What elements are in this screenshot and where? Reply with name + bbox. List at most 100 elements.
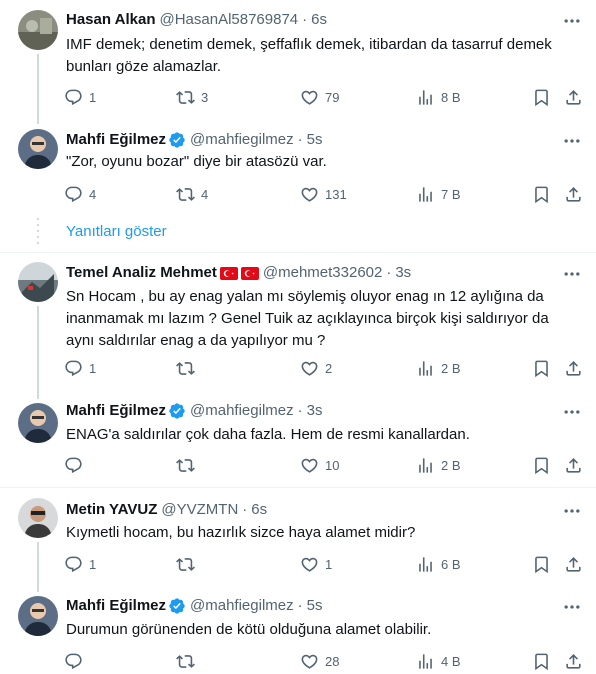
share-icon xyxy=(564,555,583,574)
bookmark-button[interactable] xyxy=(532,179,551,209)
reply-icon xyxy=(64,555,83,574)
avatar[interactable] xyxy=(18,596,58,636)
author-name[interactable]: Hasan Alkan xyxy=(66,10,155,30)
reply-button[interactable]: 1 xyxy=(64,353,96,383)
author-name[interactable]: Metin YAVUZ xyxy=(66,500,157,520)
views-button[interactable]: 7 B xyxy=(416,179,461,209)
author-name[interactable]: Temel Analiz Mehmet xyxy=(66,263,217,283)
share-button[interactable] xyxy=(564,179,583,209)
view-count: 4 B xyxy=(441,653,461,669)
bookmark-button[interactable] xyxy=(532,549,551,579)
views-button[interactable]: 4 B xyxy=(416,646,461,674)
author-handle[interactable]: @mehmet332602 xyxy=(263,263,382,283)
timestamp[interactable]: 3s xyxy=(307,401,323,421)
author-name[interactable]: Mahfi Eğilmez xyxy=(66,596,166,616)
bookmark-button[interactable] xyxy=(532,353,551,383)
avatar[interactable] xyxy=(18,403,58,443)
tweet-actions: 4 4 131 7 B xyxy=(56,179,586,209)
reply-button[interactable]: 1 xyxy=(64,82,96,112)
more-icon[interactable] xyxy=(562,131,582,151)
like-button[interactable]: 1 xyxy=(300,549,332,579)
bookmark-button[interactable] xyxy=(532,450,551,480)
reply-count: 1 xyxy=(89,89,97,105)
retweet-button[interactable] xyxy=(176,549,201,579)
tweet-text: ENAG'a saldırılar çok daha fazla. Hem de… xyxy=(66,426,470,443)
tweet-mahfi-egilmez-3[interactable]: Mahfi Eğilmez @mahfiegilmez · 5s Durumun… xyxy=(0,588,596,674)
share-button[interactable] xyxy=(564,646,583,674)
views-button[interactable]: 2 B xyxy=(416,353,461,383)
tweet-temel-analiz-mehmet[interactable]: Temel Analiz Mehmet @mehmet332602 · 3s S… xyxy=(0,253,596,399)
more-icon[interactable] xyxy=(562,597,582,617)
share-icon xyxy=(564,359,583,378)
timestamp[interactable]: 6s xyxy=(251,500,267,520)
author-name[interactable]: Mahfi Eğilmez xyxy=(66,401,166,421)
like-button[interactable]: 28 xyxy=(300,646,339,674)
tweet-text: IMF demek; denetim demek, şeffaflık deme… xyxy=(66,36,552,75)
tweet-metin-yavuz[interactable]: Metin YAVUZ @YVZMTN · 6s Kıymetli hocam,… xyxy=(0,488,596,592)
reply-button[interactable] xyxy=(64,646,89,674)
retweet-button[interactable] xyxy=(176,646,201,674)
reply-button[interactable]: 4 xyxy=(64,179,96,209)
thread-line xyxy=(37,542,39,592)
views-button[interactable]: 6 B xyxy=(416,549,461,579)
share-button[interactable] xyxy=(564,549,583,579)
view-count: 6 B xyxy=(441,556,461,572)
author-handle[interactable]: @YVZMTN xyxy=(161,500,238,520)
bookmark-icon xyxy=(532,359,551,378)
tweet-mahfi-egilmez-1[interactable]: Mahfi Eğilmez @mahfiegilmez · 5s "Zor, o… xyxy=(0,120,596,220)
tweet-actions: 1 1 6 B xyxy=(56,549,586,579)
retweet-button[interactable]: 3 xyxy=(176,82,208,112)
more-icon[interactable] xyxy=(562,264,582,284)
avatar[interactable] xyxy=(18,129,58,169)
bookmark-button[interactable] xyxy=(532,646,551,674)
bookmark-icon xyxy=(532,185,551,204)
views-icon xyxy=(416,185,435,204)
timestamp[interactable]: 5s xyxy=(307,596,323,616)
author-handle[interactable]: @mahfiegilmez xyxy=(190,596,294,616)
like-button[interactable]: 2 xyxy=(300,353,332,383)
tweet-text: Durumun görünenden de kötü olduğuna alam… xyxy=(66,621,432,638)
more-icon[interactable] xyxy=(562,11,582,31)
reply-count: 1 xyxy=(89,360,97,376)
more-icon[interactable] xyxy=(562,402,582,422)
author-name[interactable]: Mahfi Eğilmez xyxy=(66,130,166,150)
views-icon xyxy=(416,359,435,378)
reply-button[interactable] xyxy=(64,450,89,480)
reply-button[interactable]: 1 xyxy=(64,549,96,579)
share-button[interactable] xyxy=(564,353,583,383)
share-button[interactable] xyxy=(564,450,583,480)
share-button[interactable] xyxy=(564,82,583,112)
avatar[interactable] xyxy=(18,498,58,538)
avatar[interactable] xyxy=(18,10,58,50)
retweet-button[interactable] xyxy=(176,353,201,383)
turkey-flag-icon xyxy=(240,266,259,280)
tweet-mahfi-egilmez-2[interactable]: Mahfi Eğilmez @mahfiegilmez · 3s ENAG'a … xyxy=(0,395,596,487)
turkey-flag-icon xyxy=(219,266,238,280)
bookmark-button[interactable] xyxy=(532,82,551,112)
like-button[interactable]: 79 xyxy=(300,82,339,112)
verified-badge-icon xyxy=(169,403,185,419)
view-count: 2 B xyxy=(441,457,461,473)
timestamp[interactable]: 5s xyxy=(307,130,323,150)
author-handle[interactable]: @mahfiegilmez xyxy=(190,130,294,150)
views-button[interactable]: 8 B xyxy=(416,82,461,112)
author-handle[interactable]: @HasanAl58769874 xyxy=(159,10,298,30)
retweet-button[interactable]: 4 xyxy=(176,179,208,209)
verified-badge-icon xyxy=(169,132,185,148)
avatar[interactable] xyxy=(18,262,58,302)
author-handle[interactable]: @mahfiegilmez xyxy=(190,401,294,421)
retweet-button[interactable] xyxy=(176,450,201,480)
like-count: 10 xyxy=(325,457,340,473)
heart-icon xyxy=(300,185,319,204)
separator-dot: · xyxy=(386,264,392,281)
like-button[interactable]: 131 xyxy=(300,179,347,209)
views-button[interactable]: 2 B xyxy=(416,450,461,480)
more-icon[interactable] xyxy=(562,501,582,521)
show-replies-row[interactable]: Yanıtları göster xyxy=(0,214,596,252)
tweet-hasan-alkan[interactable]: Hasan Alkan @HasanAl58769874 · 6s IMF de… xyxy=(0,0,596,124)
timestamp[interactable]: 6s xyxy=(311,10,327,30)
like-button[interactable]: 10 xyxy=(300,450,339,480)
timestamp[interactable]: 3s xyxy=(395,263,411,283)
bookmark-icon xyxy=(532,652,551,671)
show-replies-link[interactable]: Yanıtları göster xyxy=(66,223,167,240)
